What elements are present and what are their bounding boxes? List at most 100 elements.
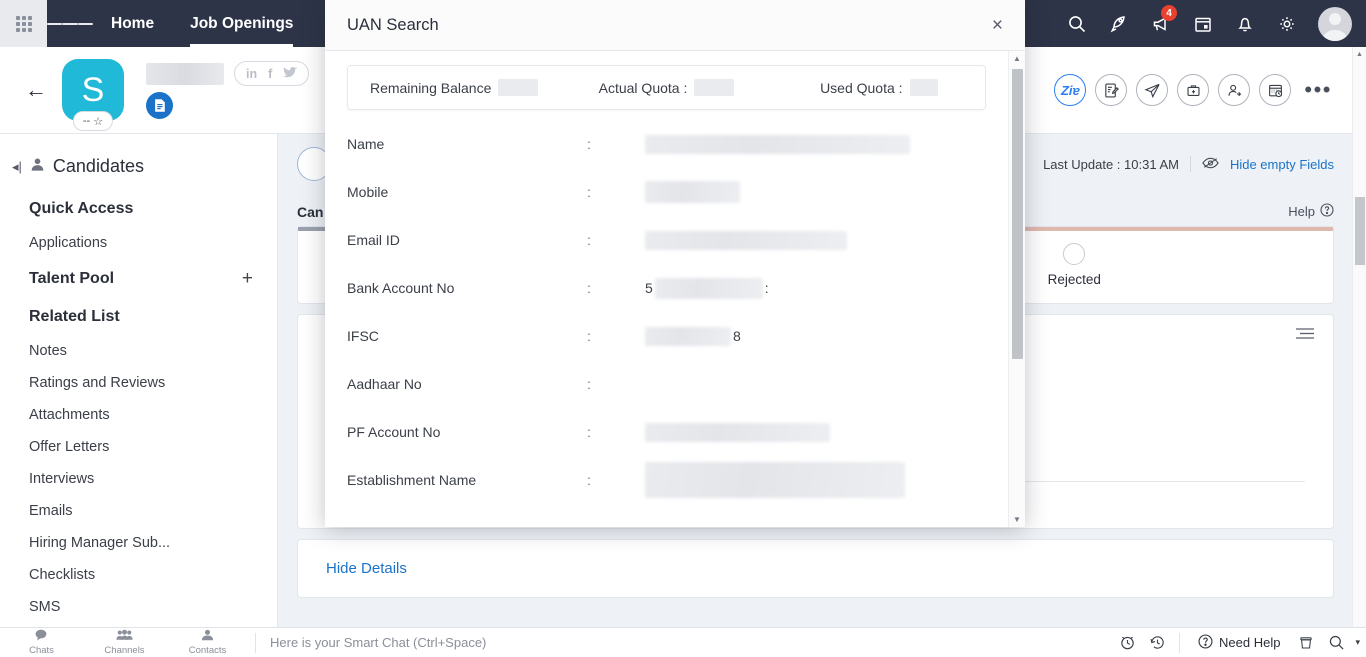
bottom-item-contacts[interactable]: Contacts xyxy=(166,628,249,657)
hide-details-button[interactable]: Hide Details xyxy=(298,540,1333,597)
quota-label: Used Quota : xyxy=(820,79,903,96)
redacted-value xyxy=(645,230,847,250)
hide-details-card: Hide Details xyxy=(297,539,1334,598)
gear-icon[interactable] xyxy=(1268,0,1306,47)
value-prefix: 5 xyxy=(645,280,653,296)
sidebar-item-notes[interactable]: Notes xyxy=(0,335,277,367)
avatar[interactable] xyxy=(1318,6,1352,41)
rocket-icon[interactable] xyxy=(1100,0,1138,47)
change-status-button[interactable] xyxy=(1218,74,1251,106)
quota-label: Remaining Balance xyxy=(369,79,492,96)
grid-apps-icon[interactable] xyxy=(0,0,47,47)
nav-link-home[interactable]: Home xyxy=(93,0,172,47)
field-label: Mobile xyxy=(347,184,389,200)
field-label: PF Account No xyxy=(347,424,441,440)
notification-badge: 4 xyxy=(1161,5,1177,21)
tab-candidate[interactable]: Can xyxy=(297,204,323,220)
send-email-button[interactable] xyxy=(1136,74,1169,106)
sidebar-group-talent-pool: Talent Pool + xyxy=(0,259,277,299)
status-label: Rejected xyxy=(1047,272,1101,287)
star-icon: ☆ xyxy=(93,115,104,128)
scroll-up-arrow-icon[interactable]: ▲ xyxy=(1353,47,1366,61)
bottom-item-label: Channels xyxy=(104,645,145,656)
sidebar-item-interviews[interactable]: Interviews xyxy=(0,463,277,495)
bottom-item-chats[interactable]: Chats xyxy=(0,628,83,657)
history-clock-icon[interactable] xyxy=(1143,628,1171,657)
field-colon: : xyxy=(587,280,591,296)
smart-chat-placeholder[interactable]: Here is your Smart Chat (Ctrl+Space) xyxy=(262,635,486,650)
question-circle-icon xyxy=(1320,203,1334,220)
bottom-item-channels[interactable]: Channels xyxy=(83,628,166,657)
quota-value-redacted xyxy=(909,79,938,96)
bottom-right-icons: Need Help ▾ xyxy=(1113,628,1366,657)
collapse-panel-icon[interactable]: ◂| xyxy=(12,159,22,175)
quota-summary-bar: Remaining Balance Actual Quota : Used Qu… xyxy=(347,65,986,110)
hamburger-icon[interactable] xyxy=(47,20,93,27)
search-icon[interactable] xyxy=(1058,0,1096,47)
record-action-buttons: Ziɐ ••• xyxy=(1054,74,1336,106)
redacted-value xyxy=(645,181,740,203)
help-link[interactable]: Help xyxy=(1288,203,1334,220)
sidebar-item-checklists[interactable]: Checklists xyxy=(0,559,277,591)
field-colon: : xyxy=(587,136,591,152)
last-update-label: Last Update : 10:31 AM xyxy=(1043,156,1179,172)
modal-scrollbar[interactable]: ▲ ▼ xyxy=(1008,51,1025,527)
modal-field-pf-account-no: PF Account No : xyxy=(325,408,1008,456)
field-label: Email ID xyxy=(347,232,400,248)
add-talent-pool-button[interactable]: + xyxy=(242,268,253,290)
close-icon[interactable]: × xyxy=(992,16,1003,35)
sidebar-group-quick-access: Quick Access xyxy=(0,191,277,227)
modal-scrollbar-thumb[interactable] xyxy=(1012,69,1023,359)
candidate-avatar[interactable]: S -- ☆ xyxy=(62,59,124,131)
sidebar-item-sms[interactable]: SMS xyxy=(0,591,277,623)
sidebar-item-hiring-manager-sub[interactable]: Hiring Manager Sub... xyxy=(0,527,277,559)
field-colon: : xyxy=(587,472,591,488)
nav-link-job-openings[interactable]: Job Openings xyxy=(172,0,311,47)
scroll-down-arrow-icon[interactable]: ▼ xyxy=(1009,512,1025,527)
note-edit-button[interactable] xyxy=(1095,74,1128,106)
field-label: Establishment Name xyxy=(347,472,477,488)
value-suffix: : xyxy=(764,280,769,296)
redacted-value xyxy=(645,462,905,498)
calendar-icon[interactable] xyxy=(1184,0,1222,47)
facebook-icon[interactable]: f xyxy=(268,67,272,81)
candidate-avatar-initial: S xyxy=(81,70,105,109)
modal-field-email-id: Email ID : xyxy=(325,216,1008,264)
resume-document-icon[interactable] xyxy=(146,92,173,119)
alarm-clock-icon[interactable] xyxy=(1113,628,1141,657)
back-arrow-icon[interactable]: ← xyxy=(16,77,56,103)
field-value xyxy=(645,181,986,203)
candidate-rating[interactable]: -- ☆ xyxy=(72,111,114,131)
app-root: Home Job Openings C xyxy=(0,0,1366,657)
scroll-up-arrow-icon[interactable]: ▲ xyxy=(1009,51,1025,66)
twitter-icon[interactable] xyxy=(283,66,298,81)
field-value xyxy=(645,230,986,250)
linkedin-icon[interactable]: in xyxy=(246,67,257,81)
search-icon[interactable] xyxy=(1322,628,1350,657)
hide-empty-fields-button[interactable]: Hide empty Fields xyxy=(1230,157,1334,172)
help-label: Help xyxy=(1288,204,1315,219)
chevron-down-icon[interactable]: ▾ xyxy=(1352,637,1360,648)
sidebar-item-ratings-and-reviews[interactable]: Ratings and Reviews xyxy=(0,367,277,399)
modal-field-establishment-name: Establishment Name : xyxy=(325,456,1008,504)
page-scrollbar-thumb[interactable] xyxy=(1355,197,1365,265)
sidebar-item-offer-letters[interactable]: Offer Letters xyxy=(0,431,277,463)
chat-bubble-icon xyxy=(35,629,49,644)
archive-icon[interactable] xyxy=(1292,628,1320,657)
megaphone-icon[interactable]: 4 xyxy=(1142,0,1180,47)
bell-icon[interactable] xyxy=(1226,0,1264,47)
divider xyxy=(255,632,256,653)
page-scrollbar[interactable]: ▲ xyxy=(1352,47,1366,627)
field-value: 8 xyxy=(645,326,986,346)
sidebar-item-attachments[interactable]: Attachments xyxy=(0,399,277,431)
redacted-value xyxy=(654,277,763,299)
associate-job-button[interactable] xyxy=(1177,74,1210,106)
sidebar-item-emails[interactable]: Emails xyxy=(0,495,277,527)
schedule-interview-button[interactable] xyxy=(1259,74,1292,106)
need-help-button[interactable]: Need Help xyxy=(1188,633,1290,652)
modal-field-mobile: Mobile : xyxy=(325,168,1008,216)
list-lines-icon[interactable] xyxy=(1295,327,1315,344)
more-actions-button[interactable]: ••• xyxy=(1300,77,1336,103)
zia-button[interactable]: Ziɐ xyxy=(1054,74,1087,106)
sidebar-item-applications[interactable]: Applications xyxy=(0,227,277,259)
